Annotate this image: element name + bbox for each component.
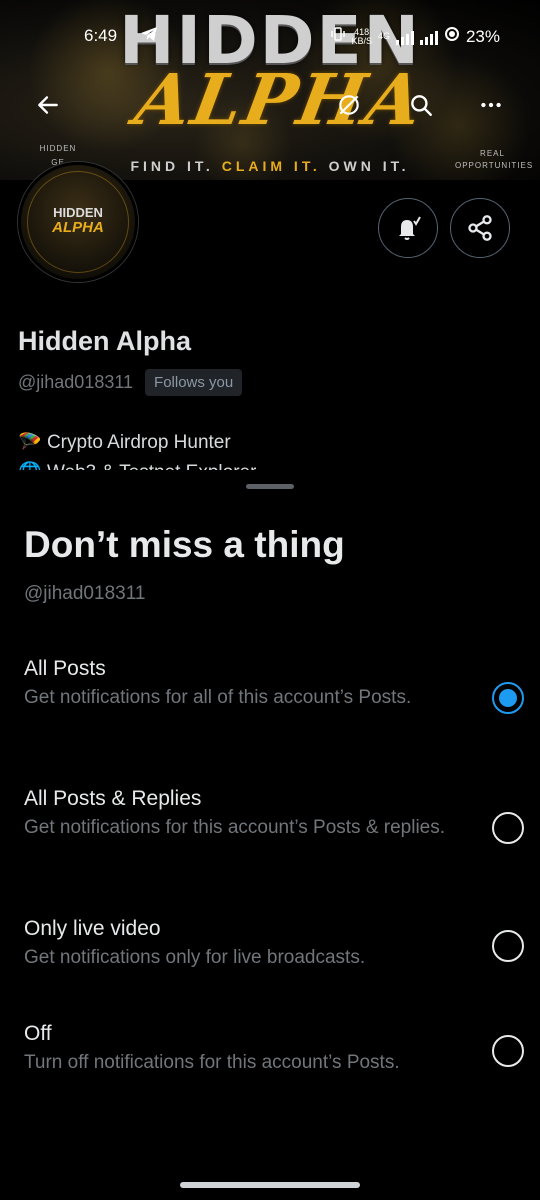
option-description: Get notifications for all of this accoun… [24,687,412,708]
profile-handle: @jihad018311 [18,372,134,392]
avatar-logo-line1: HIDDEN [53,205,103,220]
grok-button[interactable] [328,84,370,126]
option-all-posts[interactable]: All Posts Get notifications for all of t… [24,656,524,714]
net-speed-unit: KB/S [351,35,372,46]
tagline-find: FIND IT. [130,158,214,174]
radio-all-posts[interactable] [492,682,524,714]
radio-only-live-video[interactable] [492,930,524,962]
option-description: Get notifications for this account’s Pos… [24,817,446,838]
option-title: Only live video [24,917,161,940]
tagline-claim: CLAIM IT. [221,158,321,174]
avatar-logo-line2: ALPHA [52,219,104,236]
option-all-posts-replies[interactable]: All Posts & Replies Get notifications fo… [24,786,524,844]
search-icon [411,95,432,116]
bio-line-1: 🪂 Crypto Airdrop Hunter [18,428,256,458]
sheet-title: Don’t miss a thing [24,524,345,565]
status-time: 6:49 [84,26,118,45]
banner-right-badge: REAL OPPORTUNITIES [455,148,534,172]
notification-bell-button[interactable] [378,198,438,258]
avatar[interactable]: HIDDEN ALPHA [18,162,138,282]
search-button[interactable] [400,84,442,126]
network-type: 4G [377,31,390,41]
sheet-drag-handle[interactable] [246,484,294,489]
right-badge-line1: REAL [480,149,505,158]
more-dots-icon [481,102,501,108]
share-icon [468,215,492,241]
share-button[interactable] [450,198,510,258]
arrow-left-icon [38,96,58,114]
bio-line-1-text: Crypto Airdrop Hunter [46,432,231,453]
option-only-live-video[interactable]: Only live video Get notifications only f… [24,916,524,970]
notification-settings-sheet: Don’t miss a thing @jihad018311 All Post… [0,470,540,1200]
option-description: Get notifications only for live broadcas… [24,947,366,968]
battery-level: 23% [465,26,500,46]
vibrate-icon [331,26,346,47]
option-off[interactable]: Off Turn off notifications for this acco… [24,1021,524,1075]
radio-all-posts-replies[interactable] [492,812,524,844]
option-title: Off [24,1022,52,1045]
signal-2-icon [419,29,438,45]
bio: 🪂 Crypto Airdrop Hunter 🌐 Web3 & Testnet… [18,428,256,472]
follows-you-badge: Follows you [145,369,243,396]
right-badge-line2: OPPORTUNITIES [455,161,534,170]
display-name: Hidden Alpha [18,326,191,356]
grok-icon [339,95,359,115]
home-indicator[interactable] [180,1182,360,1188]
status-bar: 6:49 418 KB/S 4G 23% [0,24,540,52]
avatar-logo: HIDDEN ALPHA [21,205,135,235]
telegram-icon [140,26,158,47]
battery-saver-icon [444,26,460,47]
option-title: All Posts & Replies [24,787,202,810]
left-badge-text: HIDDEN [39,144,77,153]
back-button[interactable] [27,84,69,126]
sheet-handle: @jihad018311 [24,583,146,604]
signal-icon [395,29,414,45]
option-title: All Posts [24,657,106,680]
net-speed: 418 KB/S [351,27,372,46]
tagline-own: OWN IT. [328,158,410,174]
radio-off[interactable] [492,1035,524,1067]
bell-check-icon [399,216,421,240]
status-right-group: 418 KB/S 4G 23% [331,26,500,47]
handle-row: @jihad018311 Follows you [18,369,243,396]
parachute-icon: 🪂 [18,432,42,453]
option-description: Turn off notifications for this account’… [24,1052,400,1073]
more-options-button[interactable] [470,84,512,126]
top-action-bar [0,84,540,128]
